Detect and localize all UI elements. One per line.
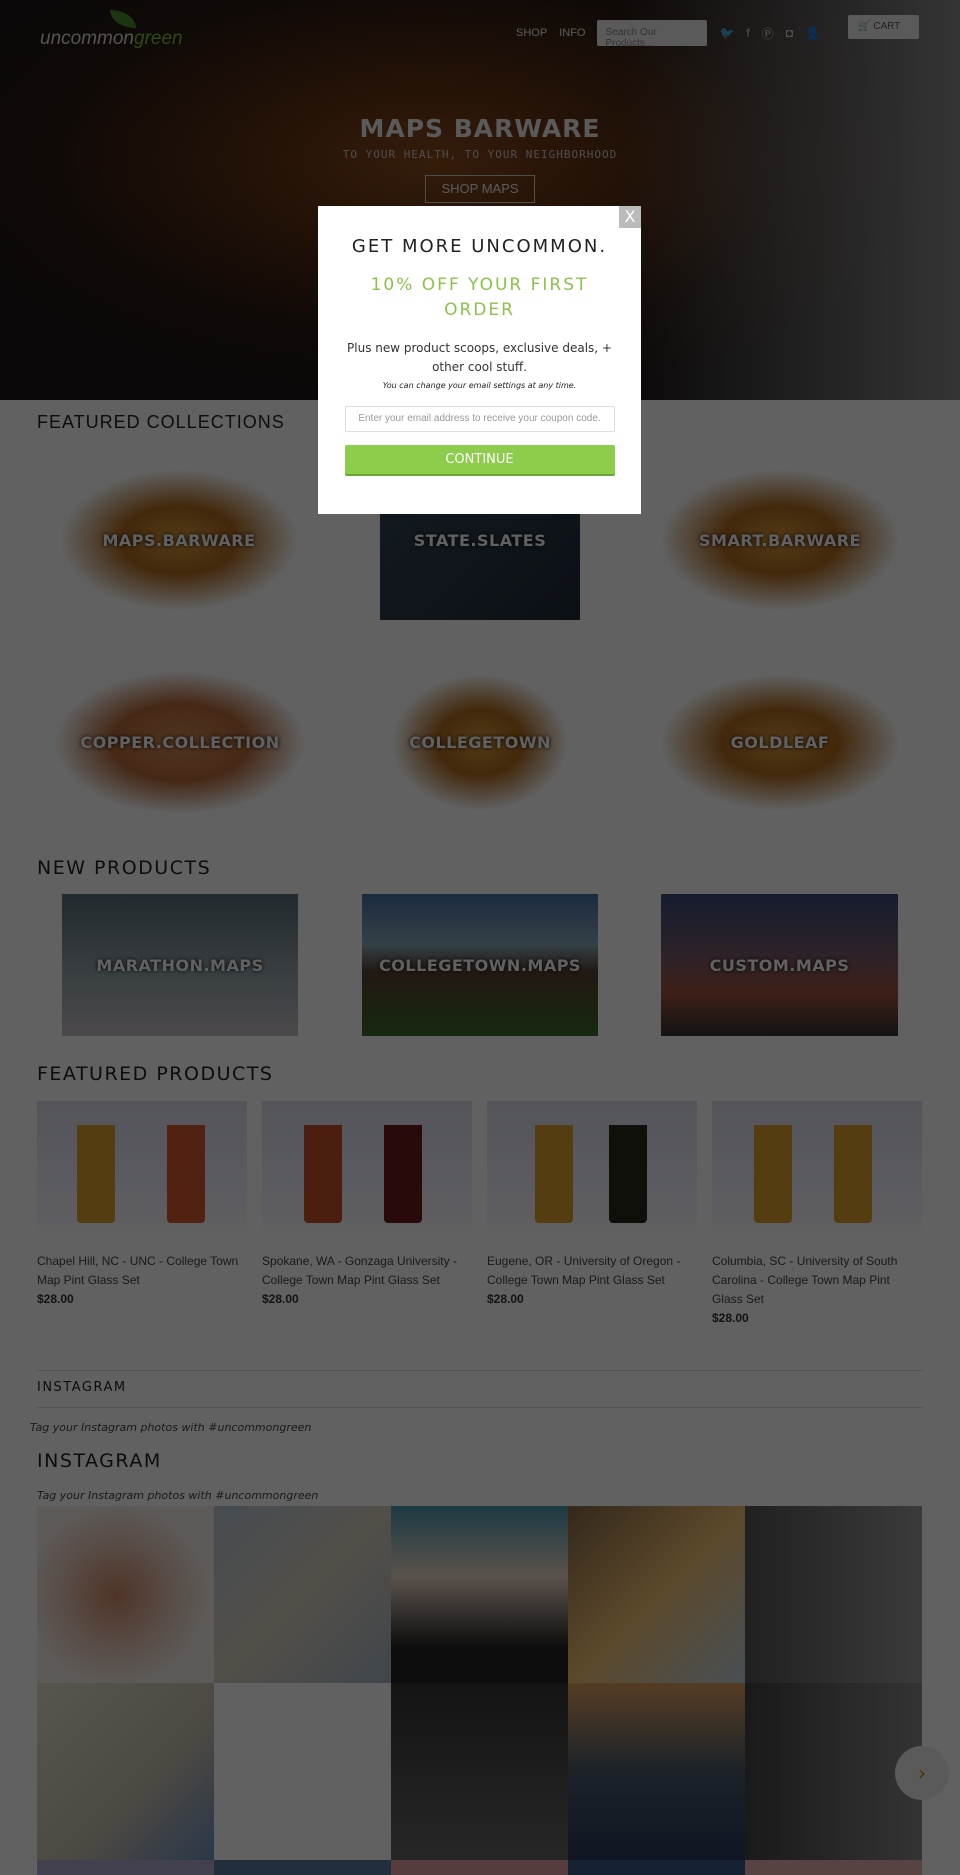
- instagram-photo[interactable]: [568, 1860, 745, 1875]
- instagram-tag: Tag your Instagram photos with #uncommon…: [37, 1489, 319, 1502]
- close-button[interactable]: X: [619, 206, 641, 228]
- twitter-icon[interactable]: 🐦: [719, 26, 734, 40]
- instagram-photo[interactable]: [745, 1506, 922, 1683]
- continue-button[interactable]: CONTINUE: [344, 445, 615, 474]
- divider: [37, 1370, 923, 1371]
- cart-label: CART: [873, 21, 901, 32]
- collection-tile[interactable]: SMART.BARWARE: [644, 460, 916, 620]
- hero-title: MAPS BARWARE: [359, 114, 601, 143]
- product-image[interactable]: [37, 1101, 247, 1240]
- modal-offer: 10% OFF YOUR FIRST ORDER: [370, 275, 589, 320]
- collection-tile[interactable]: MAPS.BARWARE: [44, 460, 314, 620]
- collection-tile[interactable]: COPPER.COLLECTION: [44, 665, 316, 820]
- pinterest-icon[interactable]: Ⓟ: [762, 25, 774, 42]
- cart-icon: 🛒: [858, 21, 874, 32]
- modal-title: GET MORE UNCOMMON.: [351, 236, 608, 257]
- instagram-photo[interactable]: [37, 1683, 214, 1860]
- search-input[interactable]: Search Our Products...: [597, 20, 708, 49]
- instagram-photo[interactable]: [568, 1683, 745, 1860]
- instagram-photo[interactable]: [745, 1860, 922, 1875]
- modal-body: Plus new product scoops, exclusive deals…: [347, 341, 612, 374]
- product-price: $28.00: [712, 1311, 749, 1325]
- account-icon[interactable]: 👤: [805, 26, 820, 40]
- instagram-icon[interactable]: ◘: [786, 26, 793, 40]
- instagram-tag-small: Tag your Instagram photos with #uncommon…: [30, 1421, 312, 1434]
- new-product-tile[interactable]: MARATHON.MAPS: [62, 894, 298, 1036]
- product-price: $28.00: [487, 1292, 524, 1306]
- instagram-next-button[interactable]: ›: [895, 1746, 949, 1800]
- instagram-photo[interactable]: [37, 1860, 214, 1875]
- nav-info[interactable]: INFO: [559, 27, 585, 39]
- product-card[interactable]: Eugene, OR - University of Oregon - Coll…: [487, 1101, 697, 1306]
- product-card[interactable]: Spokane, WA - Gonzaga University - Colle…: [262, 1101, 472, 1306]
- main-nav: SHOP INFO Search Our Products... 🐦 f Ⓟ ◘…: [516, 20, 820, 49]
- instagram-photo[interactable]: [391, 1683, 568, 1860]
- product-name[interactable]: Chapel Hill, NC - UNC - College Town Map…: [37, 1252, 247, 1290]
- collection-tile[interactable]: GOLDLEAF: [644, 665, 916, 820]
- modal-note: You can change your email settings at an…: [382, 381, 577, 390]
- collection-tile[interactable]: COLLEGETOWN: [380, 665, 580, 820]
- instagram-photo[interactable]: [37, 1506, 214, 1683]
- product-card[interactable]: Chapel Hill, NC - UNC - College Town Map…: [37, 1101, 247, 1306]
- shop-maps-button[interactable]: SHOP MAPS: [425, 175, 535, 203]
- logo-text-green: green: [134, 28, 183, 49]
- newsletter-modal: X GET MORE UNCOMMON. 10% OFF YOUR FIRST …: [318, 206, 641, 514]
- instagram-photo[interactable]: [391, 1860, 568, 1875]
- instagram-photo[interactable]: [391, 1506, 568, 1683]
- product-price: $28.00: [37, 1292, 74, 1306]
- product-name[interactable]: Columbia, SC - University of South Carol…: [712, 1252, 922, 1309]
- instagram-heading-small: INSTAGRAM: [37, 1380, 127, 1395]
- divider: [37, 1407, 923, 1408]
- logo[interactable]: uncommongreen: [40, 28, 183, 50]
- hero-subtitle: TO YOUR HEALTH, TO YOUR NEIGHBORHOOD: [342, 148, 618, 161]
- product-price: $28.00: [262, 1292, 299, 1306]
- instagram-photo[interactable]: [214, 1860, 391, 1875]
- featured-products-title: FEATURED PRODUCTS: [37, 1063, 274, 1085]
- chevron-right-icon: ›: [918, 1761, 926, 1785]
- product-image[interactable]: [262, 1101, 472, 1240]
- new-product-tile[interactable]: COLLEGETOWN.MAPS: [362, 894, 598, 1036]
- instagram-photo[interactable]: [214, 1506, 391, 1683]
- product-name[interactable]: Spokane, WA - Gonzaga University - Colle…: [262, 1252, 472, 1290]
- new-product-tile[interactable]: CUSTOM.MAPS: [661, 894, 898, 1036]
- instagram-photo[interactable]: [568, 1506, 745, 1683]
- product-name[interactable]: Eugene, OR - University of Oregon - Coll…: [487, 1252, 697, 1290]
- new-products-title: NEW PRODUCTS: [37, 857, 212, 879]
- cart-button[interactable]: 🛒 CART: [848, 15, 919, 39]
- featured-collections-title: FEATURED COLLECTIONS: [37, 412, 285, 432]
- logo-text: uncommon: [40, 28, 134, 49]
- instagram-title: INSTAGRAM: [37, 1450, 162, 1472]
- product-image[interactable]: [487, 1101, 697, 1240]
- product-card[interactable]: Columbia, SC - University of South Carol…: [712, 1101, 922, 1325]
- email-input[interactable]: Enter your email address to receive your…: [344, 406, 615, 432]
- product-image[interactable]: [712, 1101, 922, 1240]
- nav-shop[interactable]: SHOP: [516, 27, 547, 39]
- facebook-icon[interactable]: f: [746, 26, 749, 40]
